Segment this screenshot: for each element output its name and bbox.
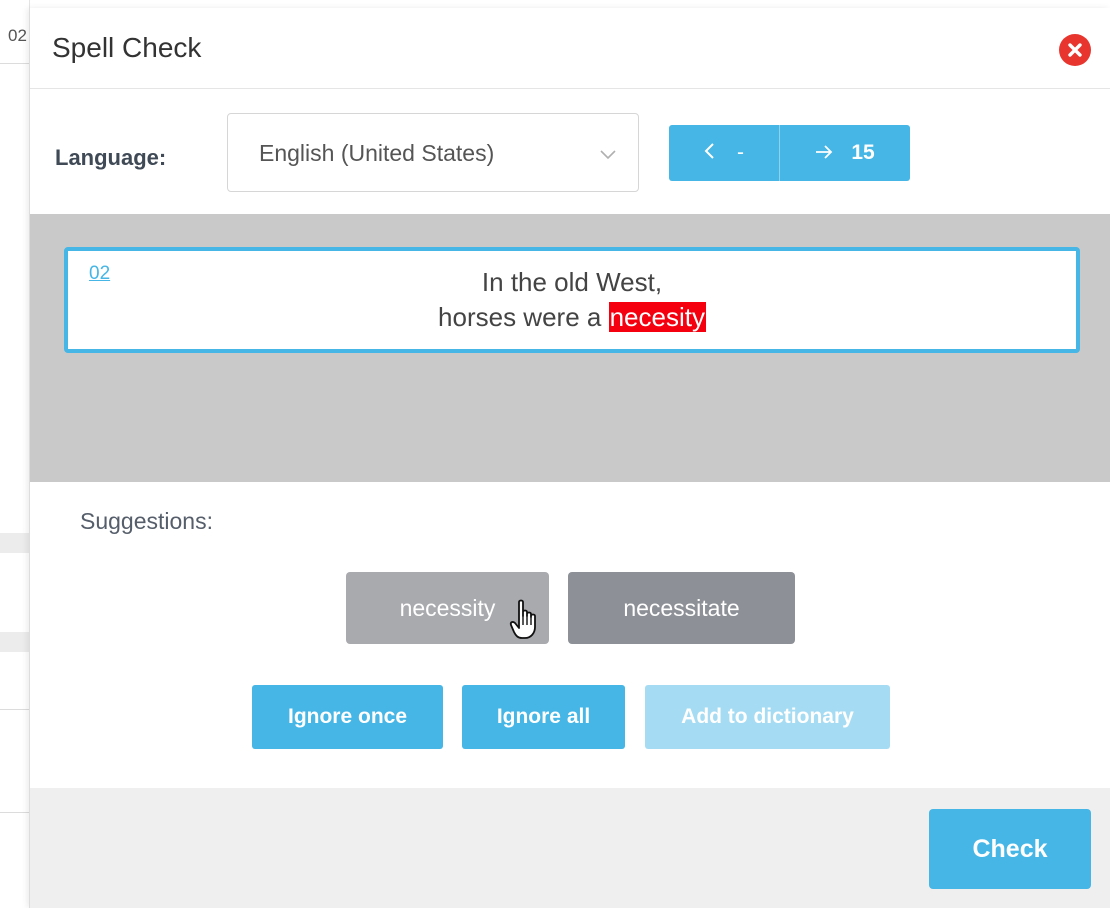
chevron-left-icon bbox=[704, 141, 715, 165]
hand-cursor-icon bbox=[509, 599, 543, 646]
preview-text: In the old West, horses were a necesity bbox=[68, 265, 1076, 335]
check-button[interactable]: Check bbox=[929, 809, 1091, 889]
ignore-all-button[interactable]: Ignore all bbox=[462, 685, 625, 749]
language-row: Language: English (United States) - 15 bbox=[30, 89, 1110, 214]
suggestion-button[interactable]: necessitate bbox=[568, 572, 795, 644]
background-row bbox=[0, 533, 30, 553]
language-label: Language: bbox=[55, 145, 167, 170]
error-navigation: - 15 bbox=[669, 125, 910, 181]
dialog-footer: Check bbox=[30, 788, 1110, 908]
misspelled-word: necesity bbox=[608, 302, 706, 332]
add-to-dictionary-button[interactable]: Add to dictionary bbox=[645, 685, 890, 749]
background-text: 02 bbox=[8, 26, 27, 45]
language-select-value: English (United States) bbox=[259, 140, 495, 166]
language-select[interactable]: English (United States) bbox=[227, 113, 639, 192]
background-row bbox=[0, 632, 30, 652]
close-icon[interactable] bbox=[1059, 34, 1091, 66]
preview-line-2-text: horses were a bbox=[438, 302, 609, 332]
chevron-down-icon bbox=[600, 147, 616, 165]
dialog-title: Spell Check bbox=[52, 32, 202, 63]
arrow-right-icon bbox=[815, 141, 833, 165]
next-error-count: 15 bbox=[851, 141, 875, 164]
background-sidebar: 02 bbox=[0, 0, 30, 908]
background-divider bbox=[0, 63, 30, 64]
preview-line-1: In the old West, bbox=[481, 267, 663, 297]
suggestions-label: Suggestions: bbox=[80, 508, 213, 534]
background-divider bbox=[0, 709, 30, 710]
preview-line-2: horses were a necesity bbox=[68, 300, 1076, 335]
dialog-header: Spell Check bbox=[30, 8, 1110, 89]
ignore-once-button[interactable]: Ignore once bbox=[252, 685, 443, 749]
next-error-button[interactable]: 15 bbox=[780, 125, 910, 181]
spell-check-dialog: Spell Check Language: English (United St… bbox=[29, 8, 1110, 908]
preview-text-box[interactable]: 02 In the old West, horses were a necesi… bbox=[64, 247, 1080, 353]
background-divider bbox=[0, 812, 30, 813]
previous-error-button[interactable]: - bbox=[669, 125, 779, 181]
preview-area: 02 In the old West, horses were a necesi… bbox=[30, 214, 1110, 482]
previous-error-count: - bbox=[737, 141, 744, 164]
